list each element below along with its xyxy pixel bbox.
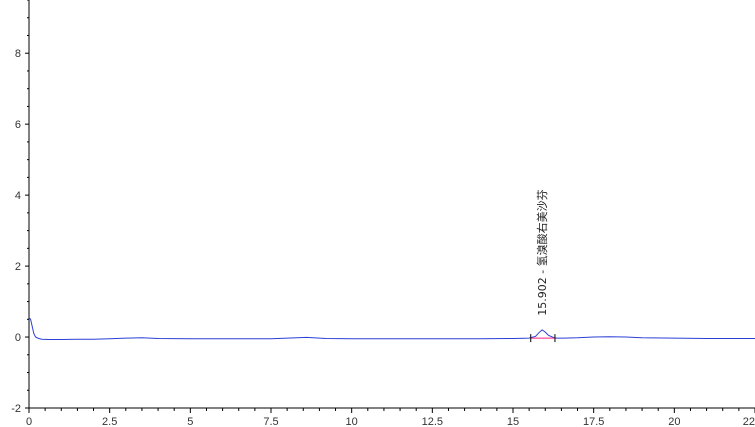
x-tick-label: 12.5 (422, 416, 443, 427)
x-tick-label: 17.5 (583, 416, 604, 427)
x-axis: 0 2.5 5 7.5 10 12.5 15 17.5 20 22 (26, 407, 755, 427)
y-tick-label: 8 (15, 48, 21, 60)
chromatogram-chart: 0 2.5 5 7.5 10 12.5 15 17.5 20 22 -2 0 2 4 6 8 15.902 … (11, 0, 755, 427)
x-tick-label: 2.5 (102, 416, 117, 427)
x-tick-label: 15 (507, 416, 519, 427)
y-tick-label: -2 (11, 403, 21, 415)
x-tick-label: 10 (346, 416, 358, 427)
x-tick-label: 5 (187, 416, 193, 427)
x-tick-label: 0 (26, 416, 32, 427)
y-tick-label: 0 (15, 332, 21, 344)
x-tick-label: 7.5 (263, 416, 278, 427)
y-tick-label: 4 (15, 190, 21, 202)
peak-label: 15.902 - 氢溴酸右美沙芬 (535, 189, 549, 315)
series-line (28, 317, 755, 340)
y-tick-label: 6 (15, 119, 21, 131)
x-tick-label: 20 (668, 416, 680, 427)
x-tick-label: 22 (743, 416, 755, 427)
y-tick-label: 2 (15, 261, 21, 273)
peak-annotations: 15.902 - 氢溴酸右美沙芬 (530, 189, 556, 343)
series-layer (28, 317, 755, 340)
y-axis: -2 0 2 4 6 8 (11, 0, 30, 415)
